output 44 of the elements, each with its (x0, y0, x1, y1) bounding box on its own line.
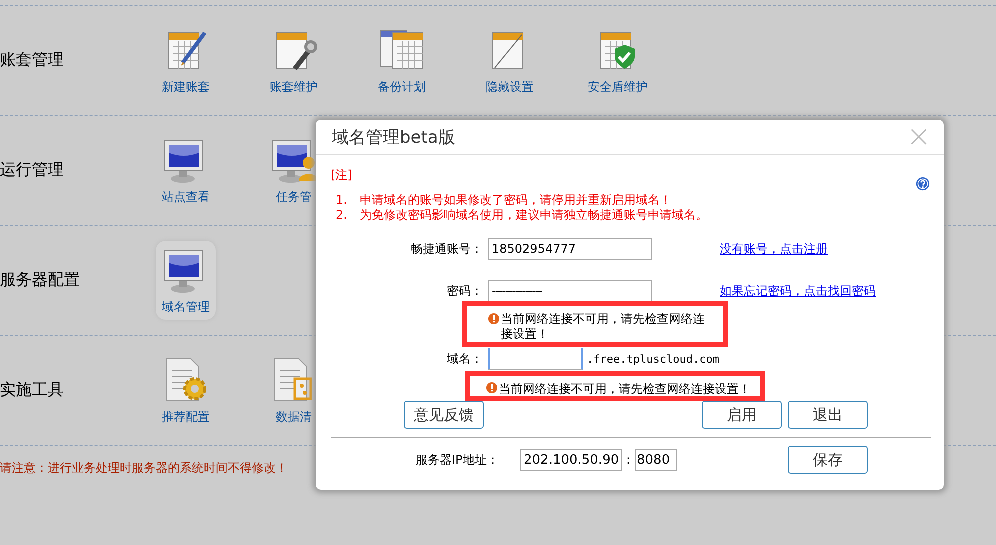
note-number: 1. (335, 193, 348, 208)
error-message: 当前网络连接不可用，请先检查网络连接设置！ (501, 312, 706, 342)
help-icon[interactable] (916, 177, 930, 191)
domain-suffix: .free.tpluscloud.com (587, 352, 720, 366)
field-label: 密码： (446, 282, 484, 300)
recover-password-link[interactable]: 如果忘记密码，点击找回密码 (720, 282, 876, 300)
close-icon[interactable] (910, 128, 928, 146)
feedback-button[interactable]: 意见反馈 (404, 401, 484, 429)
exit-button[interactable]: 退出 (788, 401, 868, 429)
tool-link[interactable]: 新建账套 (162, 79, 210, 96)
domain-field[interactable] (488, 348, 583, 370)
warning-icon (488, 313, 500, 325)
save-button[interactable]: 保存 (788, 446, 868, 474)
register-link[interactable]: 没有账号，点击注册 (720, 240, 828, 258)
category-label: 账套管理 (0, 50, 65, 71)
error-message: 当前网络连接不可用，请先检查网络连接设置！ (499, 381, 751, 398)
port-field[interactable]: 8080 (635, 449, 677, 471)
note-number: 2. (335, 208, 348, 223)
tool-link[interactable]: 备份计划 (378, 79, 426, 96)
warning-icon (486, 382, 498, 394)
category-label: 实施工具 (0, 380, 65, 401)
note-text: 为免修改密码影响域名使用，建议申请独立畅捷通账号申请域名。 (360, 208, 708, 223)
category-label: 服务器配置 (0, 270, 81, 291)
tool-link[interactable]: 数据清 (276, 409, 312, 426)
category-label: 运行管理 (0, 160, 65, 181)
separator: : (625, 453, 632, 467)
field-label: 服务器IP地址： (416, 452, 500, 468)
field-label: 域名： (446, 350, 484, 368)
dialog-title: 域名管理beta版 (332, 126, 456, 148)
tool-link[interactable]: 隐藏设置 (486, 79, 534, 96)
enable-button[interactable]: 启用 (702, 401, 782, 429)
tool-link[interactable]: 站点查看 (162, 189, 210, 206)
note-heading: [注] (331, 167, 352, 184)
selected-tile[interactable]: 域名管理 (156, 241, 216, 320)
account-field[interactable]: 18502954777 (488, 238, 652, 260)
tool-link[interactable]: 任务管 (276, 189, 312, 206)
field-label: 畅捷通账号： (410, 240, 484, 258)
ip-field[interactable]: 202.100.50.90 (520, 449, 622, 471)
note-text: 申请域名的账号如果修改了密码，请停用并重新启用域名！ (360, 193, 672, 208)
tool-link[interactable]: 账套维护 (270, 79, 318, 96)
tool-link[interactable]: 域名管理 (162, 299, 210, 316)
password-field[interactable]: --------------- (488, 280, 652, 302)
tool-link[interactable]: 推荐配置 (162, 409, 210, 426)
tool-link[interactable]: 安全盾维护 (588, 79, 648, 96)
